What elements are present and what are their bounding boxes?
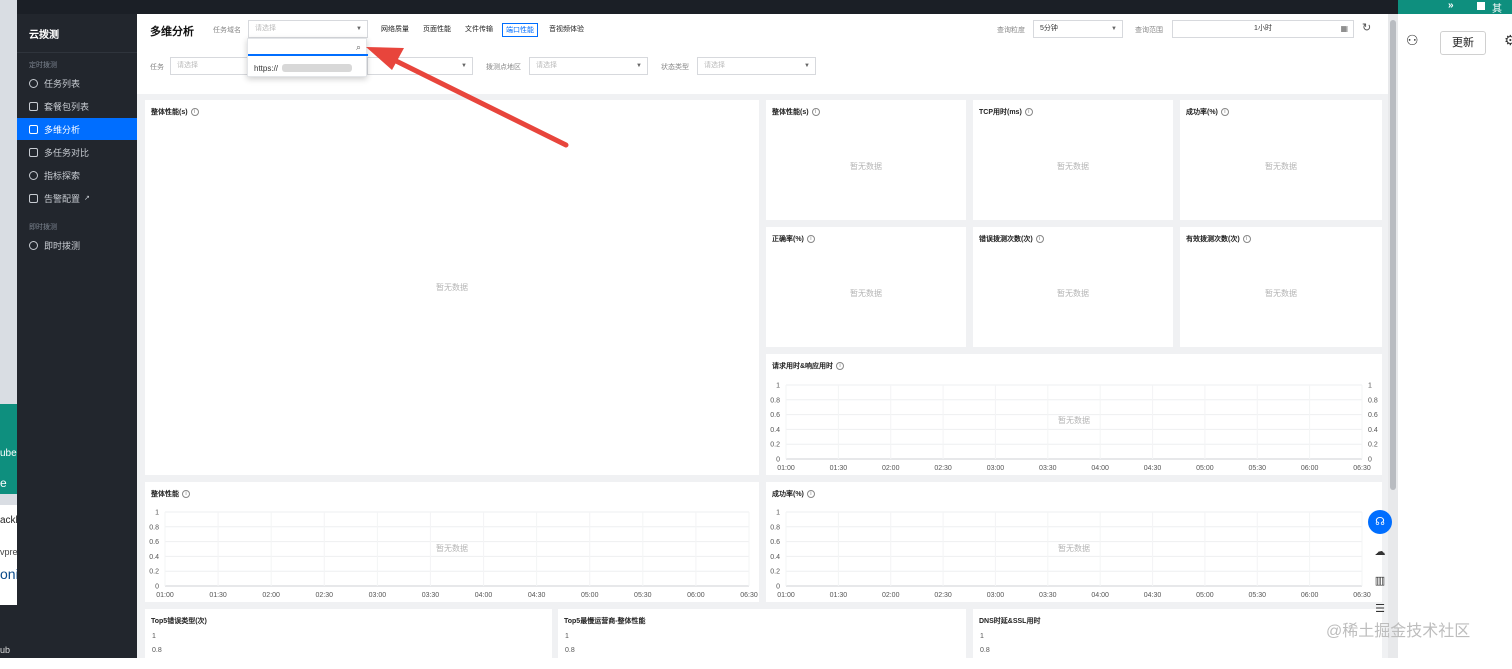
arrow-shaft (385, 54, 569, 148)
annotation-arrow (366, 47, 569, 148)
arrow-head (366, 47, 404, 70)
